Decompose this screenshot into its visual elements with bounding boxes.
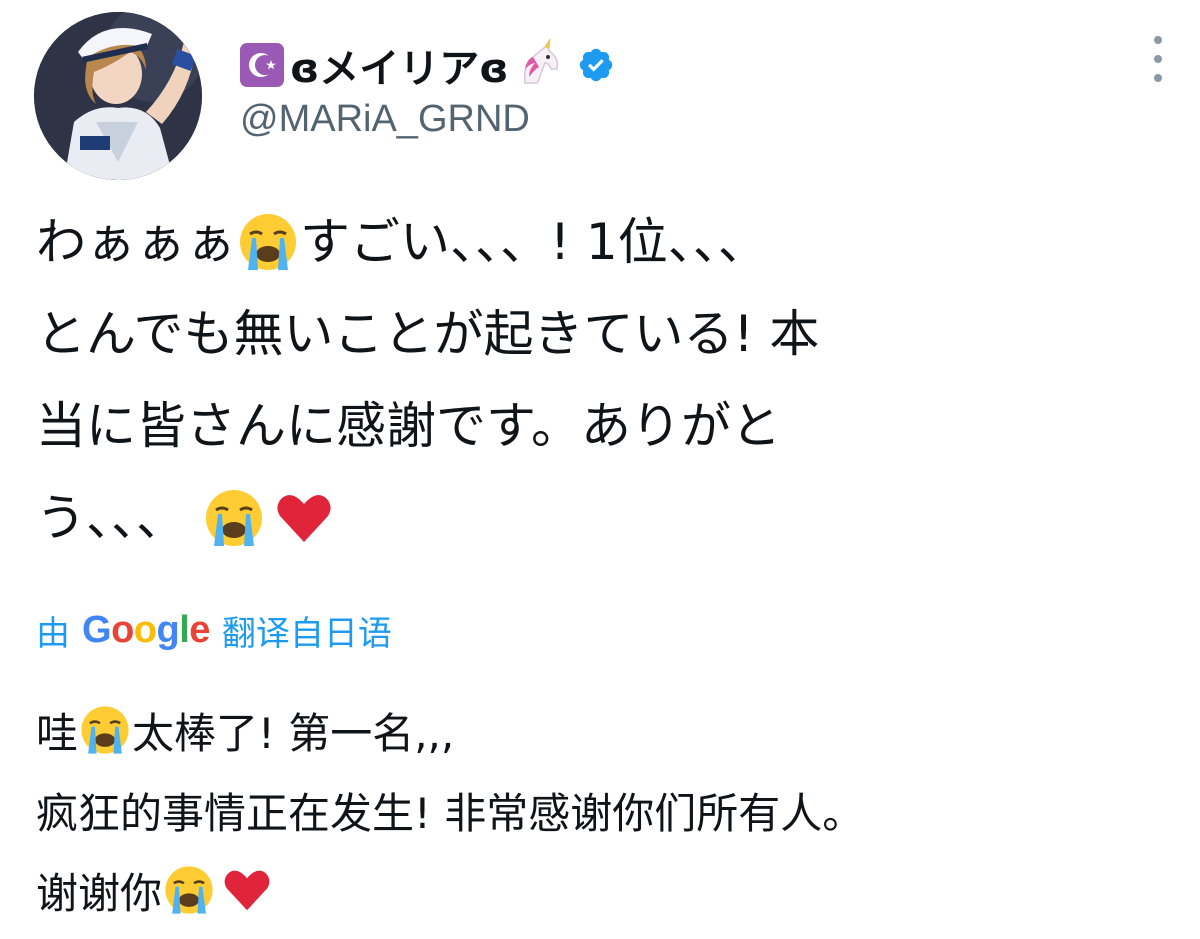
tweet-line-text: わぁぁぁ: [36, 213, 236, 271]
translation-attribution[interactable]: 由 Google 翻译自日语: [36, 604, 392, 656]
translated-text: 哇 太棒了! 第一名,,, 疯狂的事情正在发生! 非常感谢你们所有人。 谢谢你: [36, 690, 1166, 930]
red-heart-icon: [224, 870, 270, 911]
avatar-image: [34, 12, 202, 180]
tweet-line: とんでも無いことが起きている! 本: [36, 288, 1166, 380]
star-and-crescent-icon: [240, 43, 284, 87]
translated-line: 谢谢你: [36, 850, 1166, 930]
unicorn-icon: [515, 37, 563, 91]
translated-line: 疯狂的事情正在发生! 非常感谢你们所有人。: [36, 770, 1166, 850]
display-name: ɞメイリアɞ: [290, 46, 509, 92]
translated-line-text: 谢谢你: [36, 868, 163, 918]
tweet-line-text: すごい、、、! 1位、、、: [300, 213, 768, 271]
translation-suffix: 翻译自日语: [221, 613, 392, 654]
translated-line-text: 哇: [36, 708, 79, 758]
tweet-line-text: とんでも無いことが起きている! 本: [36, 305, 820, 363]
display-name-row[interactable]: ɞメイリアɞ: [240, 37, 615, 92]
crying-face-icon: [240, 214, 296, 270]
avatar[interactable]: [34, 12, 202, 180]
crying-face-icon: [205, 490, 262, 546]
tweet-line-text: 当に皆さんに感謝です。ありがと: [36, 397, 781, 455]
google-logo: Google: [82, 608, 210, 651]
crying-face-icon: [81, 706, 129, 754]
tweet-line: わぁぁぁ すごい、、、! 1位、、、: [36, 196, 1166, 288]
translated-line-text: 太棒了! 第一名,,,: [132, 708, 455, 758]
translation-prefix: 由: [36, 613, 70, 654]
translated-line-text: 疯狂的事情正在发生! 非常感谢你们所有人。: [36, 788, 865, 838]
user-handle[interactable]: @MARiA_GRND: [240, 98, 530, 141]
tweet-text: わぁぁぁ すごい、、、! 1位、、、 とんでも無いことが起きている! 本 当に皆…: [36, 196, 1166, 564]
tweet-line: 当に皆さんに感謝です。ありがと: [36, 380, 1166, 472]
tweet: ɞメイリアɞ @MARiA_GRND わぁぁぁ すごい、、、! 1位、、、 とん…: [0, 0, 1200, 939]
verified-badge-icon: [577, 46, 615, 84]
tweet-line-text: う、、、: [36, 489, 202, 547]
more-options-icon[interactable]: [1142, 36, 1174, 82]
tweet-line: う、、、: [36, 472, 1166, 564]
crying-face-icon: [165, 866, 213, 914]
red-heart-icon: [277, 495, 331, 542]
translated-line: 哇 太棒了! 第一名,,,: [36, 690, 1166, 770]
